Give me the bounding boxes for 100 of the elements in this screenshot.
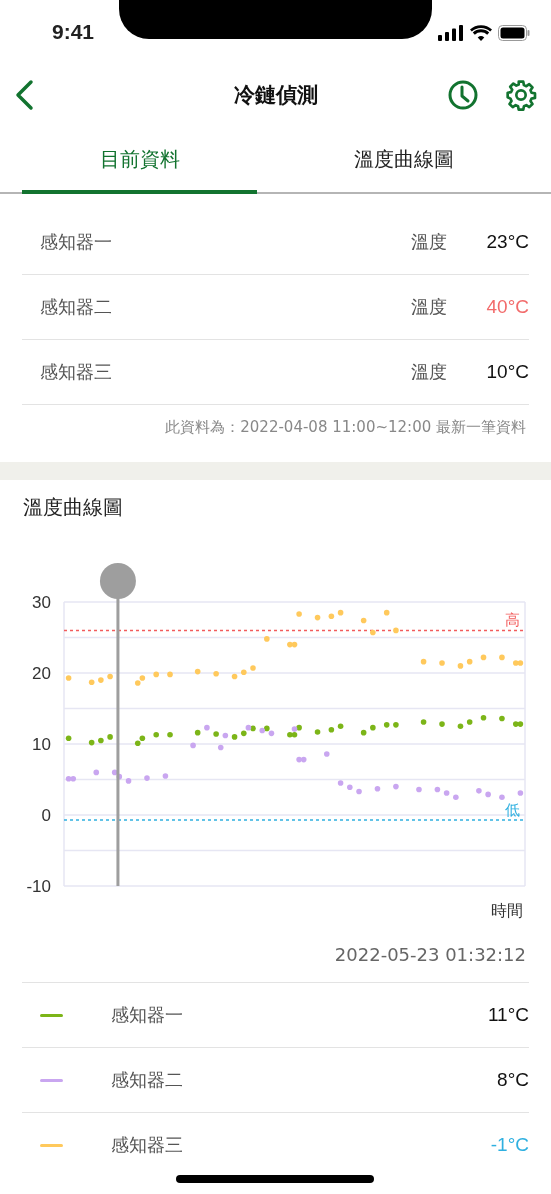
data-point (296, 611, 302, 617)
data-point (347, 784, 353, 791)
data-point (383, 722, 390, 728)
battery-icon (498, 25, 530, 41)
data-point (466, 719, 473, 725)
reading-label: 溫度 (411, 360, 447, 384)
data-point (337, 723, 344, 730)
sensor-name: 感知器三 (111, 1133, 184, 1157)
data-point (264, 636, 270, 642)
threshold-label: 高 (505, 611, 520, 630)
cursor-handle[interactable] (99, 563, 136, 886)
temperature-value: 10°C (485, 361, 529, 383)
sensor-name: 感知器一 (40, 230, 113, 254)
reading-label: 溫度 (411, 295, 447, 319)
data-point (374, 785, 381, 792)
data-point (194, 668, 201, 675)
data-point (480, 654, 487, 661)
data-point (314, 729, 321, 735)
back-button[interactable] (14, 79, 34, 111)
data-point (360, 729, 367, 736)
data-point (88, 679, 95, 686)
data-point (314, 614, 321, 621)
data-point (517, 790, 524, 796)
data-point (231, 673, 238, 680)
sensor-name: 感知器一 (111, 1003, 184, 1027)
data-point (420, 658, 427, 665)
data-point (466, 658, 473, 665)
data-point (457, 663, 464, 669)
data-point (485, 791, 491, 798)
temperature-value: 40°C (485, 296, 529, 318)
temperature-value: 8°C (497, 1069, 529, 1091)
data-point (323, 751, 330, 757)
data-timestamp-note: 此資料為：2022-04-08 11:00~12:00 最新一筆資料 (164, 417, 527, 438)
data-point (457, 723, 464, 730)
data-point (241, 669, 247, 676)
data-point (190, 742, 196, 749)
data-point (153, 671, 159, 678)
data-point (213, 731, 219, 737)
data-point (476, 788, 482, 794)
threshold-label: 低 (505, 800, 520, 819)
data-point (499, 715, 505, 722)
data-point (443, 790, 450, 796)
data-point (250, 665, 256, 671)
data-point (328, 613, 335, 619)
y-axis-label: 20 (32, 664, 51, 683)
data-point (222, 732, 229, 739)
wifi-icon (470, 25, 492, 41)
data-point (416, 786, 422, 793)
y-axis-label: -10 (26, 877, 51, 896)
history-clock-icon[interactable] (447, 79, 479, 111)
tab[interactable]: 目前資料 (22, 128, 257, 194)
data-point (204, 724, 210, 731)
section-title: 溫度曲線圖 (22, 494, 124, 521)
settings-icon[interactable] (505, 79, 537, 111)
data-point (125, 778, 132, 784)
data-point (499, 794, 505, 801)
reading-label: 溫度 (411, 230, 447, 254)
data-point (439, 660, 445, 666)
data-point (439, 721, 445, 727)
data-point (370, 724, 376, 731)
data-point (162, 773, 169, 779)
y-axis-label: 30 (32, 593, 51, 612)
data-point (88, 739, 95, 746)
temperature-value: -1°C (490, 1134, 529, 1156)
data-point (383, 609, 390, 616)
y-axis-label: 10 (32, 735, 51, 754)
signal-icon (438, 25, 464, 41)
data-point (167, 671, 173, 678)
data-point (153, 731, 159, 738)
data-point (499, 654, 505, 661)
data-point (65, 735, 72, 742)
data-point (107, 673, 113, 680)
data-point (144, 775, 150, 781)
data-point (217, 744, 224, 751)
data-point (65, 675, 72, 681)
data-point (370, 629, 376, 636)
tab[interactable]: 溫度曲線圖 (257, 128, 551, 194)
temperature-value: 11°C (487, 1004, 529, 1026)
data-point (213, 670, 219, 677)
data-point (420, 719, 427, 725)
sensor-name: 感知器三 (40, 360, 113, 384)
data-point (453, 794, 459, 801)
data-point (337, 609, 344, 616)
data-point (231, 734, 238, 740)
data-point (356, 788, 362, 795)
data-point (393, 627, 399, 634)
temperature-value: 23°C (485, 231, 529, 253)
y-axis-label: 0 (41, 806, 51, 825)
data-point (98, 737, 104, 744)
data-point (93, 769, 100, 776)
sensor-name: 感知器二 (111, 1068, 184, 1092)
page-title: 冷鏈偵測 (232, 82, 319, 109)
data-point (107, 734, 113, 740)
data-point (393, 722, 399, 728)
data-point (480, 714, 487, 721)
data-point (194, 729, 201, 736)
cursor-time: 2022-05-23 01:32:12 (333, 943, 527, 967)
sensor-name: 感知器二 (40, 295, 113, 319)
data-point (337, 780, 344, 786)
x-axis-title: 時間 (491, 901, 523, 920)
